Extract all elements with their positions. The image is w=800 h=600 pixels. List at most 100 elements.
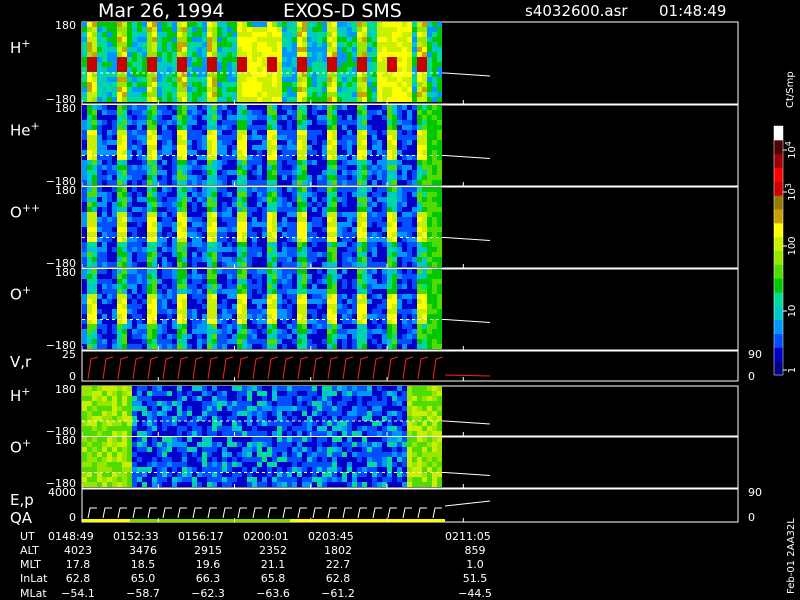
heatmap-cell <box>87 192 92 197</box>
heatmap-cell <box>192 269 197 274</box>
heatmap-cell <box>372 125 377 130</box>
heatmap-cell <box>247 329 252 334</box>
heatmap-cell <box>387 37 392 42</box>
heatmap-cell <box>177 97 182 102</box>
heatmap-cell <box>377 110 382 115</box>
heatmap-cell <box>97 222 102 227</box>
heatmap-cell <box>367 274 372 279</box>
heatmap-cell <box>187 165 192 170</box>
heatmap-cell <box>187 426 192 431</box>
heatmap-cell <box>267 165 272 170</box>
heatmap-cell <box>197 247 202 252</box>
heatmap-cell <box>87 180 92 185</box>
heatmap-cell <box>407 247 412 252</box>
heatmap-cell <box>127 47 132 52</box>
heatmap-cell <box>207 401 212 406</box>
heatmap-cell <box>392 192 397 197</box>
heatmap-cell <box>262 92 267 97</box>
heatmap-cell <box>347 309 352 314</box>
heatmap-cell <box>202 294 207 299</box>
heatmap-cell <box>327 339 332 344</box>
heatmap-cell <box>352 324 357 329</box>
heatmap-cell <box>292 97 297 102</box>
heatmap-cell <box>217 222 222 227</box>
heatmap-cell <box>252 406 257 411</box>
heatmap-cell <box>237 217 242 222</box>
heatmap-cell <box>342 284 347 289</box>
heatmap-cell <box>372 197 377 202</box>
heatmap-cell <box>417 77 422 82</box>
heatmap-cell <box>172 170 177 175</box>
heatmap-cell <box>212 192 217 197</box>
heatmap-cell <box>92 97 97 102</box>
heatmap-cell <box>237 120 242 125</box>
heatmap-cell <box>272 175 277 180</box>
heatmap-cell <box>247 52 252 57</box>
heatmap-cell <box>242 197 247 202</box>
heatmap-cell <box>122 130 127 135</box>
heatmap-cell <box>187 252 192 257</box>
heatmap-cell <box>162 165 167 170</box>
heatmap-cell <box>257 227 262 232</box>
heatmap-cell <box>112 222 117 227</box>
heatmap-cell <box>147 67 152 72</box>
heatmap-cell <box>377 299 382 304</box>
heatmap-cell <box>122 269 127 274</box>
heatmap-cell <box>197 87 202 92</box>
heatmap-cell <box>337 77 342 82</box>
heatmap-cell <box>397 232 402 237</box>
heatmap-cell <box>182 42 187 47</box>
heatmap-cell <box>287 125 292 130</box>
heatmap-cell <box>382 125 387 130</box>
heatmap-cell <box>132 135 137 140</box>
heatmap-cell <box>107 391 112 396</box>
heatmap-cell <box>437 32 442 37</box>
heatmap-cell <box>127 87 132 92</box>
heatmap-cell <box>147 197 152 202</box>
heatmap-cell <box>147 97 152 102</box>
heatmap-cell <box>302 344 307 349</box>
heatmap-cell <box>412 115 417 120</box>
heatmap-cell <box>317 197 322 202</box>
heatmap-cell <box>172 37 177 42</box>
heatmap-cell <box>307 32 312 37</box>
heatmap-cell <box>347 145 352 150</box>
heatmap-cell <box>217 289 222 294</box>
heatmap-cell <box>312 262 317 267</box>
heatmap-cell <box>142 252 147 257</box>
heatmap-cell <box>402 269 407 274</box>
heatmap-cell <box>282 247 287 252</box>
heatmap-cell <box>237 37 242 42</box>
heatmap-cell <box>122 309 127 314</box>
heatmap-cell <box>287 32 292 37</box>
heatmap-cell <box>437 284 442 289</box>
heatmap-cell <box>357 130 362 135</box>
heatmap-cell <box>157 426 162 431</box>
heatmap-cell <box>272 130 277 135</box>
heatmap-cell <box>97 294 102 299</box>
heatmap-cell <box>292 232 297 237</box>
heatmap-cell <box>332 222 337 227</box>
heatmap-cell <box>272 217 277 222</box>
panel-o-plus: O+180−180 <box>10 266 739 352</box>
heatmap-cell <box>402 135 407 140</box>
heatmap-cell <box>377 284 382 289</box>
heatmap-cell <box>87 242 92 247</box>
heatmap-cell <box>282 202 287 207</box>
heatmap-cell <box>247 314 252 319</box>
heatmap-cell <box>217 304 222 309</box>
heatmap-cell <box>357 314 362 319</box>
heatmap-cell <box>387 197 392 202</box>
heatmap-cell <box>302 120 307 125</box>
heatmap-cell <box>432 324 437 329</box>
heatmap-cell <box>292 165 297 170</box>
heatmap-cell <box>317 92 322 97</box>
heatmap-cell <box>112 279 117 284</box>
heatmap-cell <box>207 180 212 185</box>
heatmap-cell <box>87 232 92 237</box>
heatmap-cell <box>437 67 442 72</box>
heatmap-cell <box>257 192 262 197</box>
heatmap-cell <box>132 217 137 222</box>
heatmap-cell <box>122 52 127 57</box>
heatmap-cell <box>117 386 122 391</box>
